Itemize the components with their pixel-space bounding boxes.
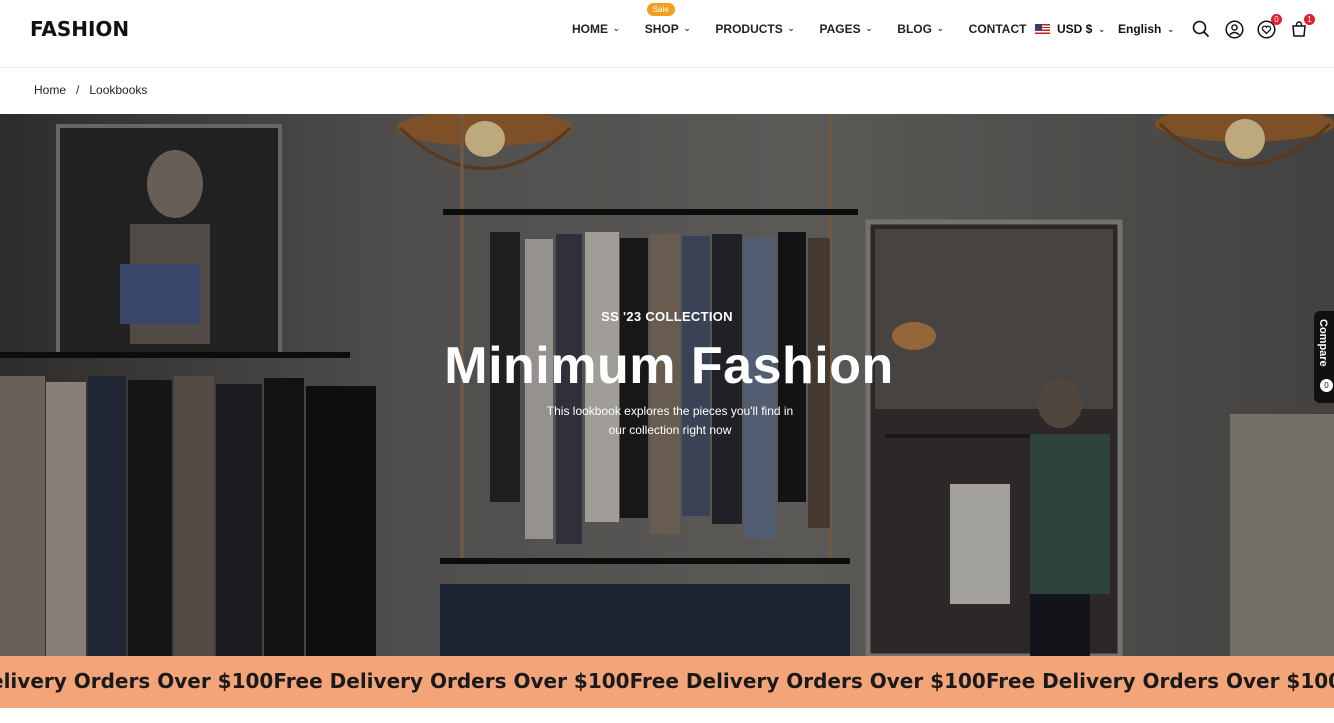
- search-button[interactable]: [1191, 19, 1211, 39]
- breadcrumb-home-link[interactable]: Home: [34, 83, 66, 97]
- chevron-down-icon: ⌄: [683, 23, 691, 33]
- lookbook-hero-banner: SS '23 COLLECTION Minimum Fashion This l…: [0, 114, 1334, 656]
- us-flag-icon: [1035, 24, 1050, 34]
- user-icon: [1224, 19, 1244, 39]
- nav-label: HOME: [572, 22, 608, 36]
- compare-label: Compare: [1317, 319, 1329, 367]
- site-logo[interactable]: FASHION: [30, 17, 129, 41]
- search-icon: [1192, 20, 1210, 38]
- marquee-text: elivery Orders Over $100: [0, 669, 274, 693]
- marquee-text: Free Delivery Orders Over $100: [629, 669, 986, 693]
- breadcrumb-current: Lookbooks: [89, 83, 148, 97]
- breadcrumb-separator: /: [76, 83, 80, 97]
- promo-marquee-bar: elivery Orders Over $100 Free Delivery O…: [0, 656, 1334, 708]
- nav-label: PRODUCTS: [715, 22, 783, 36]
- nav-label: CONTACT: [968, 22, 1027, 36]
- nav-item-products[interactable]: PRODUCTS ⌄: [715, 22, 794, 36]
- language-label: English: [1118, 22, 1162, 36]
- chevron-down-icon: ⌄: [787, 23, 795, 33]
- nav-label: BLOG: [897, 22, 932, 36]
- nav-item-blog[interactable]: BLOG ⌄: [897, 22, 943, 36]
- account-button[interactable]: [1224, 19, 1244, 39]
- compare-side-tab[interactable]: Compare 0: [1314, 311, 1334, 403]
- cart-count-badge: 1: [1304, 14, 1315, 25]
- nav-item-shop[interactable]: Sale SHOP ⌄: [644, 3, 691, 36]
- cart-button[interactable]: 1: [1289, 14, 1315, 39]
- main-nav: HOME ⌄ Sale SHOP ⌄ PRODUCTS ⌄ PAGES ⌄ BL…: [572, 3, 1027, 36]
- wishlist-count-badge: 0: [1271, 14, 1282, 25]
- compare-count-badge: 0: [1320, 379, 1333, 392]
- site-header: FASHION HOME ⌄ Sale SHOP ⌄ PRODUCTS ⌄ PA…: [0, 0, 1334, 68]
- hero-description: This lookbook explores the pieces you'll…: [546, 404, 794, 437]
- breadcrumb: Home / Lookbooks: [34, 83, 147, 97]
- chevron-down-icon: ⌄: [865, 23, 873, 33]
- marquee-track: elivery Orders Over $100 Free Delivery O…: [0, 669, 1334, 693]
- nav-item-pages[interactable]: PAGES ⌄: [819, 22, 872, 36]
- marquee-text: Free Delivery Orders Over $100: [985, 669, 1334, 693]
- marquee-text: Free Delivery Orders Over $100: [273, 669, 630, 693]
- nav-item-home[interactable]: HOME ⌄: [572, 22, 620, 36]
- hero-subtitle: SS '23 COLLECTION: [601, 309, 733, 324]
- chevron-down-icon: ⌄: [936, 23, 944, 33]
- nav-item-contact[interactable]: CONTACT: [969, 22, 1027, 36]
- chevron-down-icon: ⌄: [1167, 24, 1175, 34]
- sale-badge: Sale: [646, 3, 675, 16]
- hero-title: Minimum Fashion: [444, 337, 894, 395]
- nav-label: PAGES: [819, 22, 861, 36]
- language-selector[interactable]: English ⌄: [1118, 22, 1174, 36]
- wishlist-button[interactable]: 0: [1256, 14, 1282, 39]
- chevron-down-icon: ⌄: [1098, 24, 1106, 34]
- chevron-down-icon: ⌄: [613, 23, 620, 33]
- currency-selector[interactable]: USD $ ⌄: [1035, 22, 1105, 36]
- currency-label: USD $: [1057, 22, 1093, 36]
- nav-label: SHOP: [644, 22, 679, 36]
